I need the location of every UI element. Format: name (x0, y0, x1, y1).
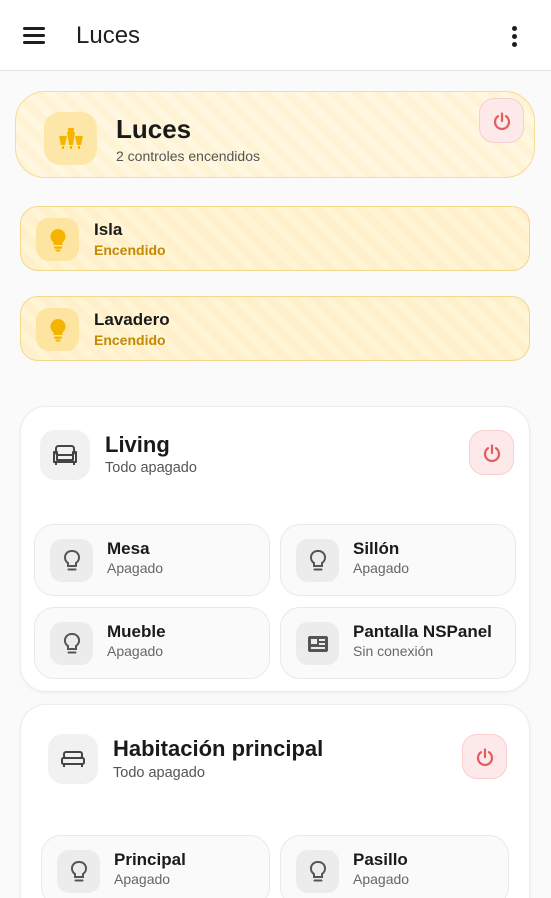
light-card-lavadero[interactable]: Lavadero Encendido (20, 296, 530, 361)
room-subtitle: Todo apagado (113, 765, 205, 781)
more-vert-icon[interactable] (504, 24, 526, 50)
light-tile-mesa[interactable]: Mesa Apagado (34, 524, 270, 596)
power-icon (483, 443, 500, 462)
light-tile-sillon[interactable]: Sillón Apagado (280, 524, 516, 596)
lights-summary-card: Luces 2 controles encendidos (15, 91, 535, 178)
bulb-icon (36, 308, 79, 351)
sofa-icon (40, 430, 90, 480)
light-name: Isla (94, 220, 123, 239)
room-power-button[interactable] (462, 734, 507, 779)
room-card-living: Living Todo apagado Mesa Apagado Sillón … (20, 406, 530, 692)
tile-state: Apagado (107, 643, 164, 659)
light-state: Encendido (94, 332, 166, 348)
power-icon (493, 111, 510, 130)
summary-subtitle: 2 controles encendidos (116, 148, 260, 164)
all-off-power-button[interactable] (479, 98, 524, 143)
tile-state: Apagado (353, 560, 410, 576)
room-power-button[interactable] (469, 430, 514, 475)
power-icon (476, 747, 493, 766)
light-card-isla[interactable]: Isla Encendido (20, 206, 530, 271)
bulb-outline-icon (296, 539, 339, 582)
room-title: Living (105, 432, 170, 457)
tile-name: Sillón (353, 539, 400, 558)
tile-name: Mueble (107, 622, 166, 641)
room-title: Habitación principal (113, 736, 324, 761)
bulb-outline-icon (50, 539, 93, 582)
tile-name: Principal (114, 850, 186, 869)
room-card-habitacion-principal: Habitación principal Todo apagado Princi… (20, 704, 530, 898)
tile-state: Apagado (353, 871, 410, 887)
tile-name: Pantalla NSPanel (353, 622, 492, 641)
light-tile-pasillo[interactable]: Pasillo Apagado (280, 835, 509, 898)
tile-state: Apagado (107, 560, 164, 576)
tile-name: Mesa (107, 539, 150, 558)
room-subtitle: Todo apagado (105, 460, 197, 476)
page-title: Luces (76, 22, 141, 49)
light-tile-principal[interactable]: Principal Apagado (41, 835, 270, 898)
tile-state: Apagado (114, 871, 171, 887)
bed-icon (48, 734, 98, 784)
chandelier-icon (44, 112, 97, 165)
panel-screen-icon (296, 622, 339, 665)
light-name: Lavadero (94, 310, 170, 329)
device-tile-nspanel[interactable]: Pantalla NSPanel Sin conexión (280, 607, 516, 679)
menu-icon[interactable] (21, 22, 49, 50)
bulb-icon (36, 218, 79, 261)
summary-title: Luces (116, 114, 192, 144)
light-state: Encendido (94, 242, 166, 258)
tile-state: Sin conexión (353, 643, 434, 659)
app-bar: Luces (0, 0, 551, 71)
bulb-outline-icon (50, 622, 93, 665)
light-tile-mueble[interactable]: Mueble Apagado (34, 607, 270, 679)
bulb-outline-icon (57, 850, 100, 893)
bulb-outline-icon (296, 850, 339, 893)
tile-name: Pasillo (353, 850, 408, 869)
